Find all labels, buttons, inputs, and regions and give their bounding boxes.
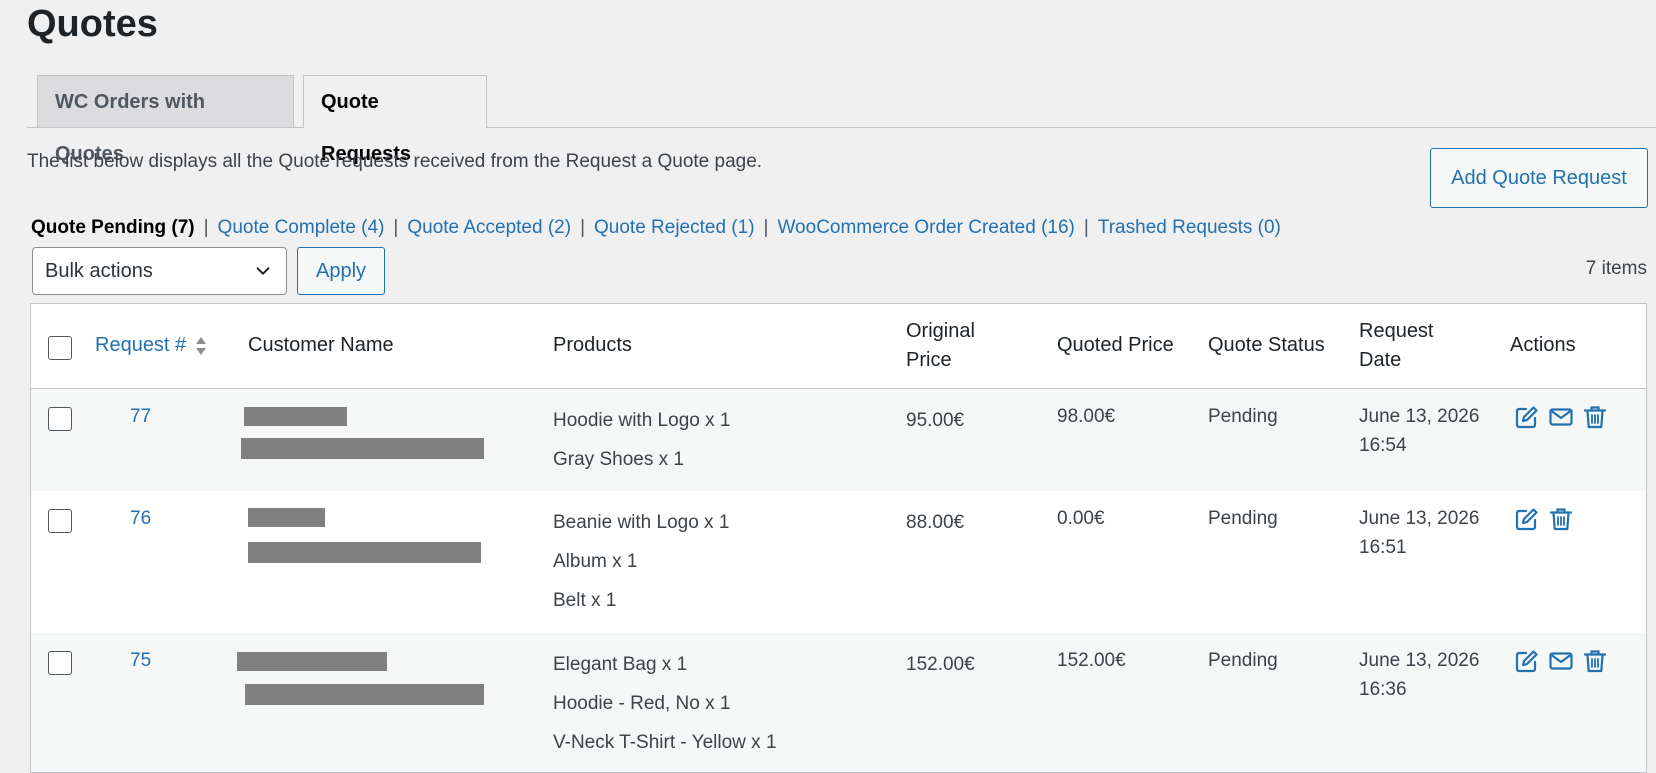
product-item: Album x 1 [553,551,638,572]
column-quoted-price: Quoted Price [1057,334,1174,356]
page-description: The list below displays all the Quote re… [27,151,763,172]
filter-separator: | [1083,217,1089,238]
product-item: Hoodie with Logo x 1 [553,410,731,431]
filter-quote-complete[interactable]: Quote Complete (4) [218,217,385,239]
page-title: Quotes [27,3,158,45]
select-all-checkbox[interactable] [48,336,72,360]
column-products: Products [553,334,632,356]
tab-quote-requests[interactable]: Quote Requests [303,75,487,165]
redacted-customer-email [245,684,484,705]
column-original-price: Original Price [906,317,975,375]
product-item: Beanie with Logo x 1 [553,512,730,533]
tabs-divider [27,127,1656,128]
filter-quote-pending[interactable]: Quote Pending (7) [31,217,195,239]
product-item: Belt x 1 [553,590,617,611]
original-price: 152.00€ [906,654,975,675]
request-date-day: June 13, 2026 [1359,650,1480,671]
edit-icon[interactable] [1514,506,1540,532]
quote-status: Pending [1208,650,1278,671]
original-price: 88.00€ [906,512,965,533]
quote-requests-table: Request # Customer Name Products Origina… [30,303,1647,773]
column-request-date-line1: Request [1359,320,1434,342]
column-request-label: Request # [95,334,187,356]
column-customer-name: Customer Name [248,334,394,356]
table-row: 75 Elegant Bag x 1 Hoodie - Red, No x 1 … [31,633,1646,772]
filter-quote-accepted[interactable]: Quote Accepted (2) [407,217,571,239]
request-date-time: 16:36 [1359,679,1407,700]
redacted-customer-name [248,508,325,527]
quoted-price: 0.00€ [1057,508,1105,529]
quoted-price: 152.00€ [1057,650,1126,671]
request-date: June 13, 2026 16:36 [1359,646,1479,704]
bulk-actions-value: Bulk actions [45,259,153,282]
mail-icon[interactable] [1548,648,1574,674]
filter-separator: | [763,217,769,238]
redacted-customer-name [237,652,387,671]
products-list: Hoodie with Logo x 1 Gray Shoes x 1 [553,406,730,484]
row-actions [1514,404,1608,430]
edit-icon[interactable] [1514,404,1540,430]
request-date-day: June 13, 2026 [1359,406,1480,427]
product-item: Gray Shoes x 1 [553,449,684,470]
redacted-customer-email [248,542,481,563]
request-number-link[interactable]: 77 [130,402,151,431]
original-price: 95.00€ [906,410,965,431]
filter-separator: | [393,217,399,238]
column-request-number[interactable]: Request # [95,331,208,360]
quote-status: Pending [1208,406,1278,427]
column-actions: Actions [1510,334,1576,356]
tab-wc-orders-with-quotes[interactable]: WC Orders with Quotes [37,75,294,165]
sort-icon [196,336,207,355]
column-original-price-line2: Price [906,349,952,371]
products-list: Beanie with Logo x 1 Album x 1 Belt x 1 [553,508,729,625]
add-quote-request-button[interactable]: Add Quote Request [1430,148,1648,208]
request-number-link[interactable]: 76 [130,504,151,533]
product-item: V-Neck T-Shirt - Yellow x 1 [553,732,777,753]
apply-button[interactable]: Apply [297,247,385,295]
product-item: Hoodie - Red, No x 1 [553,693,731,714]
row-checkbox[interactable] [48,651,72,675]
filter-trashed-requests[interactable]: Trashed Requests (0) [1098,217,1281,239]
product-item: Elegant Bag x 1 [553,654,688,675]
status-filters: Quote Pending (7) | Quote Complete (4) |… [31,217,1281,239]
chevron-down-icon [256,267,270,275]
request-date-day: June 13, 2026 [1359,508,1480,529]
table-header: Request # Customer Name Products Origina… [31,304,1646,389]
column-request-date: Request Date [1359,317,1434,375]
request-date-time: 16:54 [1359,435,1407,456]
request-date-time: 16:51 [1359,537,1407,558]
quote-status: Pending [1208,508,1278,529]
request-date: June 13, 2026 16:51 [1359,504,1479,562]
row-checkbox[interactable] [48,407,72,431]
edit-icon[interactable] [1514,648,1540,674]
trash-icon[interactable] [1582,404,1608,430]
request-number-link[interactable]: 75 [130,646,151,675]
request-date: June 13, 2026 16:54 [1359,402,1479,460]
column-quote-status: Quote Status [1208,334,1325,356]
filter-woocommerce-order-created[interactable]: WooCommerce Order Created (16) [777,217,1074,239]
filter-separator: | [580,217,585,238]
row-actions [1514,648,1608,674]
redacted-customer-email [241,438,484,459]
redacted-customer-name [244,407,347,426]
row-checkbox[interactable] [48,509,72,533]
items-count: 7 items [1585,258,1647,279]
products-list: Elegant Bag x 1 Hoodie - Red, No x 1 V-N… [553,650,777,767]
table-row: 76 Beanie with Logo x 1 Album x 1 Belt x… [31,491,1646,633]
table-row: 77 Hoodie with Logo x 1 Gray Shoes x 1 9… [31,389,1646,491]
column-original-price-line1: Original [906,320,975,342]
trash-icon[interactable] [1582,648,1608,674]
row-actions [1514,506,1574,532]
quoted-price: 98.00€ [1057,406,1116,427]
filter-separator: | [203,217,209,238]
column-request-date-line2: Date [1359,349,1402,371]
trash-icon[interactable] [1548,506,1574,532]
mail-icon[interactable] [1548,404,1574,430]
bulk-actions-select[interactable]: Bulk actions [32,247,287,295]
filter-quote-rejected[interactable]: Quote Rejected (1) [594,217,755,239]
